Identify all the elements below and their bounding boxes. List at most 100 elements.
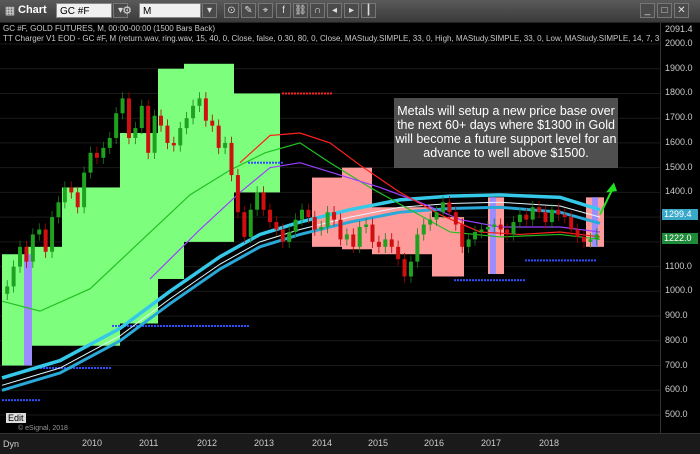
candle-body (396, 246, 401, 260)
draw-tool-icon[interactable]: ✎ (241, 3, 256, 18)
resistance-dot (318, 92, 320, 95)
candle-body (101, 147, 106, 158)
candle-body (434, 212, 439, 220)
support-dot (232, 324, 234, 327)
support-dot (181, 324, 183, 327)
x-tick-label: 2016 (424, 438, 445, 448)
candle-body (56, 202, 61, 218)
support-dot (2, 399, 4, 402)
support-dot (14, 399, 16, 402)
candle-body (505, 229, 510, 235)
resistance-dot (294, 92, 296, 95)
resistance-dot (327, 92, 329, 95)
support-dot (187, 324, 189, 327)
candle-body (306, 209, 311, 218)
zoom-icon[interactable]: ⊙ (224, 3, 239, 18)
support-dot (546, 259, 548, 262)
y-tick-label: 500.0 (665, 409, 688, 419)
minimize-icon[interactable]: _ (640, 3, 655, 18)
maximize-icon[interactable]: □ (657, 3, 672, 18)
x-tick-label: 2011 (139, 438, 159, 448)
green-zone (62, 187, 120, 346)
candle-body (428, 219, 433, 225)
support-dot (588, 259, 590, 262)
support-dot (454, 279, 456, 282)
interval-dropdown-button[interactable]: ▾ (202, 3, 217, 18)
interval-input[interactable]: M (139, 3, 201, 18)
settings-gear-icon[interactable]: ⚙ (120, 4, 134, 18)
time-axis[interactable]: Dyn 2010 2011 2012 2013 2014 2015 2016 2017 2018 (0, 433, 700, 454)
candle-body (537, 207, 542, 213)
support-dot (166, 324, 168, 327)
support-dot (35, 399, 37, 402)
support-dot (106, 367, 108, 370)
link-icon[interactable]: ⛓ (293, 3, 308, 18)
candle-body (473, 231, 478, 240)
candle-body (210, 120, 215, 126)
y-tick-label: 1600.0 (665, 136, 693, 147)
close-icon[interactable]: ✕ (674, 3, 689, 18)
x-tick-label: 2014 (312, 438, 333, 448)
candle-body (485, 227, 490, 230)
support-dot (94, 367, 96, 370)
y-tick-label: 800.0 (665, 334, 688, 345)
support-dot (502, 279, 504, 282)
support-dot (567, 259, 569, 262)
cursor-icon[interactable]: ⌖ (258, 3, 273, 18)
candle-body (408, 261, 413, 277)
resistance-dot (282, 92, 284, 95)
candle-body (466, 239, 471, 247)
support-dot (76, 367, 78, 370)
support-dot (520, 279, 522, 282)
resistance-dot (330, 92, 332, 95)
candle-body (203, 98, 208, 121)
support-dot (29, 399, 31, 402)
forecast-annotation: Metals will setup a new price base over … (394, 98, 618, 168)
support-dot (220, 324, 222, 327)
candle-body (293, 219, 298, 232)
candle-body (11, 266, 16, 287)
candle-body (338, 219, 343, 240)
x-tick-label: 2017 (481, 438, 502, 448)
support-dot (103, 367, 105, 370)
support-dot (594, 259, 596, 262)
support-dot (484, 279, 486, 282)
magnet-icon[interactable]: ∩ (310, 3, 325, 18)
support-dot (248, 161, 250, 164)
support-dot (254, 161, 256, 164)
scroll-right-icon[interactable]: ▸ (344, 3, 359, 18)
support-dot (257, 161, 259, 164)
support-dot (217, 324, 219, 327)
support-dot (564, 259, 566, 262)
candle-body (402, 259, 407, 277)
candle-body (562, 214, 567, 218)
symbol-input[interactable]: GC #F (56, 3, 112, 18)
support-dot (499, 279, 501, 282)
y-tick-label: 1700.0 (665, 112, 693, 123)
support-dot (540, 259, 542, 262)
candle-body (325, 212, 330, 228)
candle-body (216, 125, 221, 148)
support-dot (591, 259, 593, 262)
resistance-dot (303, 92, 305, 95)
price-axis[interactable]: 2091.4 2000.0 1900.0 1800.0 1700.0 1600.0 150… (660, 23, 700, 433)
candle-body (37, 229, 42, 235)
support-dot (91, 367, 93, 370)
candle-body (171, 142, 176, 146)
resistance-dot (312, 92, 314, 95)
support-dot (193, 324, 195, 327)
candle-body (357, 227, 362, 247)
candle-body (319, 227, 324, 230)
copyright-label: © eSignal, 2018 (18, 425, 68, 432)
chart-plot-area[interactable]: GC #F, GOLD FUTURES, M, 00:00-00:00 (150… (0, 23, 700, 433)
y-tick-label: 1100.0 (665, 260, 692, 271)
bar-type-icon[interactable]: ┃ (361, 3, 376, 18)
support-dot (263, 161, 265, 164)
edit-button[interactable]: Edit (6, 413, 26, 423)
forecast-arrow-head (606, 182, 617, 193)
resistance-dot (291, 92, 293, 95)
insert-study-icon[interactable]: f (276, 3, 291, 18)
candle-body (370, 224, 375, 242)
support-dot (238, 324, 240, 327)
scroll-left-icon[interactable]: ◂ (327, 3, 342, 18)
